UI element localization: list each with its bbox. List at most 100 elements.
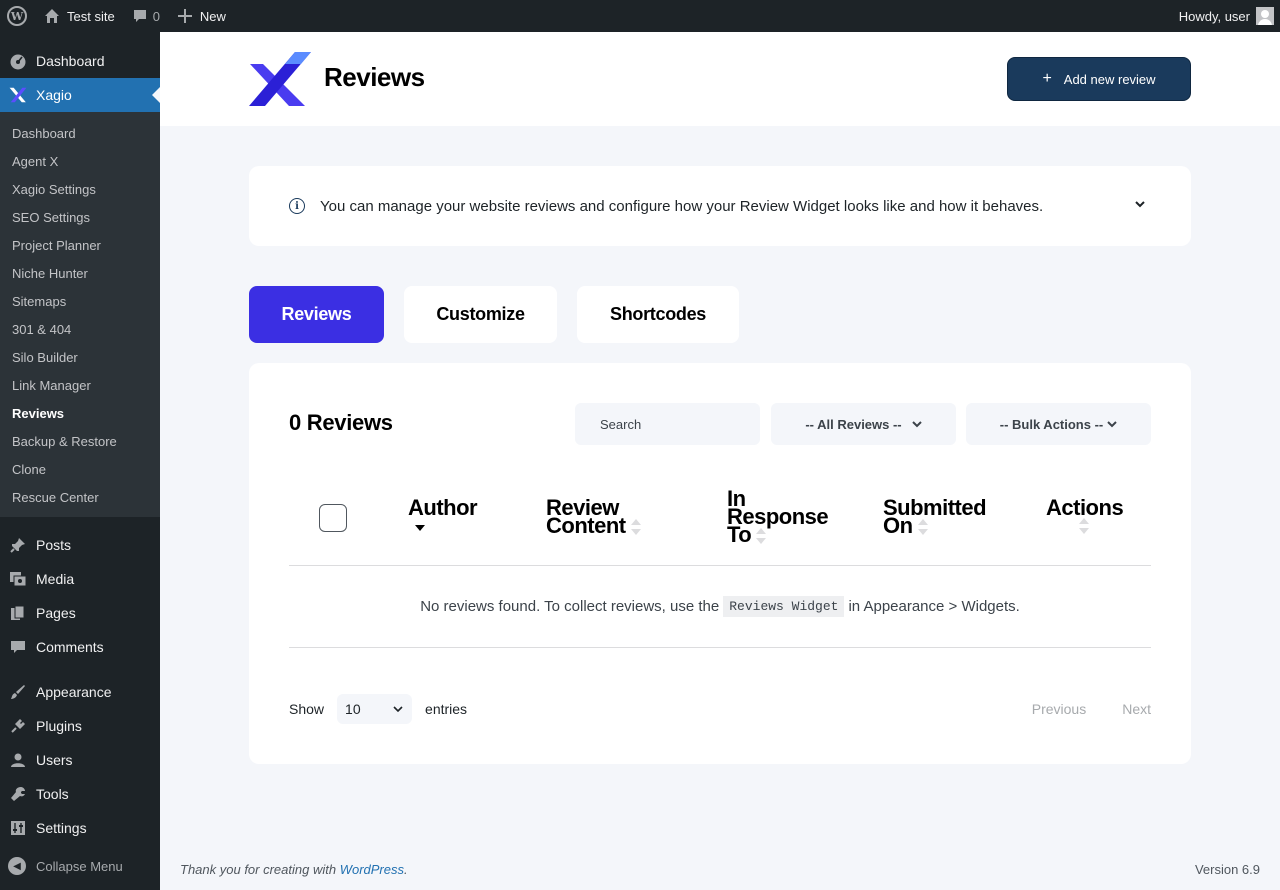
column-author[interactable]: Author	[408, 495, 478, 535]
filter-reviews-select[interactable]: -- All Reviews --	[771, 403, 956, 445]
collapse-arrow-icon: ◀	[8, 857, 26, 875]
bulk-actions-select[interactable]: -- Bulk Actions --	[966, 403, 1151, 445]
comments-link[interactable]: 0	[123, 0, 168, 32]
paintbrush-icon	[8, 682, 28, 702]
previous-page-button[interactable]: Previous	[1032, 701, 1086, 717]
empty-text-before: No reviews found. To collect reviews, us…	[420, 598, 720, 615]
submenu-item-reviews[interactable]: Reviews	[0, 399, 160, 427]
tab-reviews[interactable]: Reviews	[249, 286, 384, 343]
menu-pages-label: Pages	[36, 605, 76, 621]
menu-tools[interactable]: Tools	[0, 777, 160, 811]
submenu-item-link-manager[interactable]: Link Manager	[0, 371, 160, 399]
reviews-panel: 0 Reviews -- All Reviews -- -- Bulk Acti…	[249, 363, 1191, 764]
menu-media-label: Media	[36, 571, 75, 587]
chevron-down-icon	[1107, 421, 1117, 428]
table-footer: Show 10 entries Previous Next	[289, 694, 1151, 724]
empty-table-message: No reviews found. To collect reviews, us…	[289, 566, 1151, 648]
site-name-link[interactable]: Test site	[35, 0, 123, 32]
menu-settings[interactable]: Settings	[0, 811, 160, 845]
select-all-checkbox[interactable]	[319, 504, 347, 532]
search-input[interactable]	[575, 403, 760, 445]
comments-icon	[8, 637, 28, 657]
menu-comments-label: Comments	[36, 639, 104, 655]
column-content-line2: Content	[546, 513, 626, 538]
comment-bubble-icon	[131, 7, 149, 25]
submenu-item-backup-restore[interactable]: Backup & Restore	[0, 427, 160, 455]
submenu-item-dashboard[interactable]: Dashboard	[0, 119, 160, 147]
menu-media[interactable]: Media	[0, 562, 160, 596]
add-new-review-button[interactable]: + Add new review	[1007, 57, 1191, 101]
menu-xagio-label: Xagio	[36, 87, 72, 103]
menu-appearance[interactable]: Appearance	[0, 675, 160, 709]
xagio-logo-icon	[8, 85, 28, 105]
home-icon	[43, 7, 61, 25]
empty-text-after: in Appearance > Widgets.	[848, 598, 1020, 615]
bulk-actions-value: -- Bulk Actions --	[999, 416, 1104, 432]
pushpin-icon	[8, 535, 28, 555]
my-account-menu[interactable]: Howdy, user	[1171, 0, 1280, 32]
menu-users[interactable]: Users	[0, 743, 160, 777]
footer-version: Version 6.9	[1194, 862, 1260, 877]
entries-label: entries	[425, 701, 468, 717]
footer-thanks: Thank you for creating with WordPress.	[180, 862, 408, 877]
new-content-link[interactable]: New	[168, 0, 234, 32]
page-length-select[interactable]: 10	[337, 694, 413, 724]
submenu-item-seo-settings[interactable]: SEO Settings	[0, 203, 160, 231]
submenu-item-redirects[interactable]: 301 & 404	[0, 315, 160, 343]
chevron-down-icon	[911, 421, 922, 428]
page-title: Reviews	[324, 62, 425, 92]
submenu-item-rescue-center[interactable]: Rescue Center	[0, 483, 160, 511]
reviews-count-title: 0 Reviews	[289, 410, 393, 435]
footer-thanks-text: Thank you for creating with	[180, 862, 337, 877]
menu-dashboard[interactable]: Dashboard	[0, 44, 160, 78]
new-label: New	[199, 8, 226, 24]
column-in-response-to[interactable]: In Response To	[727, 488, 829, 547]
show-label: Show	[289, 701, 325, 717]
tab-customize[interactable]: Customize	[404, 286, 557, 343]
pages-icon	[8, 603, 28, 623]
next-page-button[interactable]: Next	[1122, 701, 1151, 717]
menu-plugins[interactable]: Plugins	[0, 709, 160, 743]
admin-sidebar: Dashboard Xagio Dashboard Agent X Xagio …	[0, 32, 160, 890]
column-submitted-on[interactable]: Submitted On	[883, 497, 987, 537]
submenu-item-project-planner[interactable]: Project Planner	[0, 231, 160, 259]
chevron-down-icon[interactable]	[1133, 197, 1147, 211]
menu-pages[interactable]: Pages	[0, 596, 160, 630]
menu-posts-label: Posts	[36, 537, 72, 553]
submenu-item-agent-x[interactable]: Agent X	[0, 147, 160, 175]
admin-bar: W Test site 0 New Howdy, user	[0, 0, 1280, 32]
wp-logo-menu[interactable]: W	[0, 0, 35, 32]
reviews-widget-code: Reviews Widget	[723, 596, 845, 617]
menu-plugins-label: Plugins	[36, 718, 82, 734]
xagio-submenu: Dashboard Agent X Xagio Settings SEO Set…	[0, 112, 160, 517]
column-author-label: Author	[408, 495, 478, 520]
dashboard-gauge-icon	[8, 51, 28, 71]
submenu-item-silo-builder[interactable]: Silo Builder	[0, 343, 160, 371]
sort-desc-icon	[415, 525, 425, 531]
submenu-item-xagio-settings[interactable]: Xagio Settings	[0, 175, 160, 203]
submenu-item-clone[interactable]: Clone	[0, 455, 160, 483]
howdy-label: Howdy, user	[1178, 8, 1250, 24]
sort-icon	[917, 519, 928, 536]
column-actions: Actions	[1046, 497, 1124, 537]
plus-icon: +	[1042, 70, 1052, 87]
menu-xagio[interactable]: Xagio	[0, 78, 160, 112]
submenu-item-sitemaps[interactable]: Sitemaps	[0, 287, 160, 315]
tab-shortcodes[interactable]: Shortcodes	[577, 286, 739, 343]
media-icon	[8, 569, 28, 589]
sort-icon	[756, 528, 767, 545]
menu-settings-label: Settings	[36, 820, 87, 836]
column-response-line3: To	[727, 522, 752, 547]
site-name-label: Test site	[67, 8, 115, 24]
pagination: Previous Next	[996, 701, 1151, 717]
menu-appearance-label: Appearance	[36, 684, 112, 700]
submenu-item-niche-hunter[interactable]: Niche Hunter	[0, 259, 160, 287]
collapse-menu-button[interactable]: ◀ Collapse Menu	[0, 849, 160, 883]
info-notice: i You can manage your website reviews an…	[249, 166, 1191, 246]
menu-comments[interactable]: Comments	[0, 630, 160, 664]
chevron-down-icon	[393, 706, 403, 713]
menu-posts[interactable]: Posts	[0, 528, 160, 562]
info-icon: i	[289, 198, 305, 214]
wordpress-link[interactable]: WordPress	[340, 862, 404, 877]
column-review-content[interactable]: Review Content	[546, 497, 642, 538]
